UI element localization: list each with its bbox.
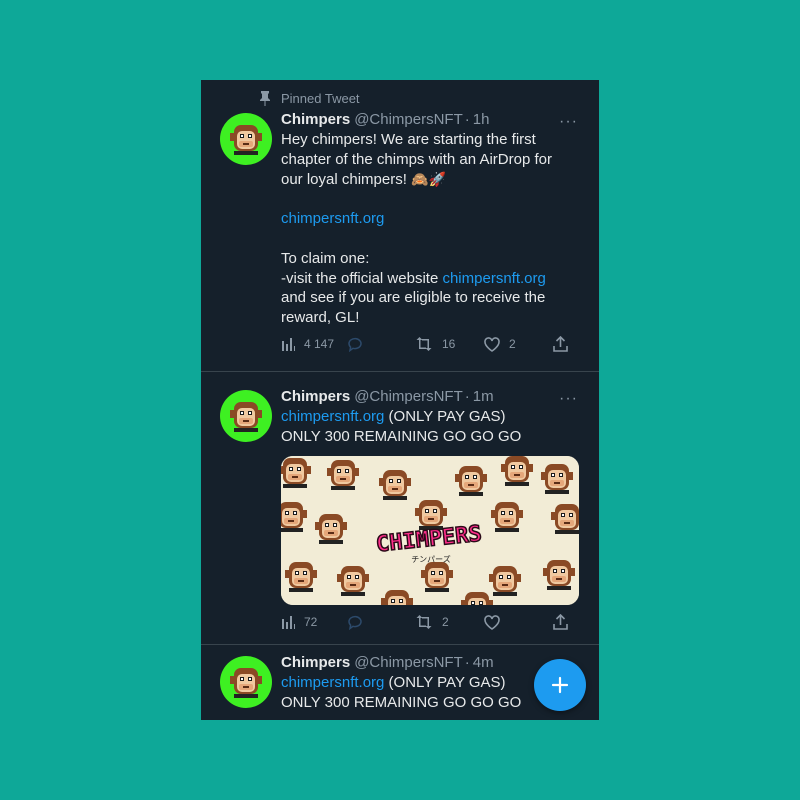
text-line: chimpersnft.org — [281, 209, 581, 229]
display-name[interactable]: Chimpers — [281, 388, 350, 405]
tweet-header: Chimpers @ChimpersNFT · 4m — [281, 652, 494, 672]
user-handle[interactable]: @ChimpersNFT — [354, 388, 463, 405]
text-line: Hey chimpers! We are starting the first — [281, 131, 536, 148]
user-handle[interactable]: @ChimpersNFT — [354, 654, 463, 671]
plus-icon — [551, 676, 569, 694]
website-link[interactable]: chimpersnft.org — [281, 674, 384, 691]
tweet-actions: 4 147 16 2 — [281, 334, 571, 354]
bar-chart-icon — [282, 616, 295, 629]
share-button[interactable] — [553, 612, 577, 632]
tweet-text: Hey chimpers! We are starting the first … — [281, 130, 581, 328]
text-line: our loyal chimpers! 🙈🚀 — [281, 170, 581, 190]
like-button[interactable]: 2 — [484, 334, 516, 354]
more-options-icon[interactable]: ··· — [559, 114, 578, 130]
avatar[interactable] — [220, 113, 272, 165]
emoji: 🙈🚀 — [411, 170, 446, 187]
views-button[interactable]: 72 — [281, 612, 317, 632]
bar-chart-icon — [282, 338, 295, 351]
text-line: chapter of the chimps with an AirDrop fo… — [281, 150, 552, 168]
heart-icon — [484, 614, 500, 630]
views-button[interactable]: 4 147 — [281, 334, 334, 354]
tweet-header: Chimpers @ChimpersNFT · 1h — [281, 109, 489, 129]
text-line: reward, GL! — [281, 309, 360, 327]
tweet-header: Chimpers @ChimpersNFT · 1m — [281, 386, 494, 406]
text-fragment: (ONLY PAY GAS) — [384, 408, 506, 425]
text-fragment: -visit the official website — [281, 269, 443, 287]
timestamp[interactable]: 1m — [473, 388, 494, 405]
timeline: Pinned Tweet Chimpers @ChimpersNFT · 1h … — [201, 80, 599, 720]
artwork-subtitle: チンパーズ — [411, 554, 451, 564]
like-button[interactable] — [484, 612, 509, 632]
timestamp[interactable]: 4m — [473, 654, 494, 671]
retweet-count: 16 — [442, 337, 456, 351]
tweet-pinned[interactable]: Pinned Tweet Chimpers @ChimpersNFT · 1h … — [201, 80, 599, 371]
retweet-icon — [416, 615, 432, 629]
separator-dot: · — [464, 387, 470, 405]
user-handle[interactable]: @ChimpersNFT — [354, 111, 463, 128]
pinned-indicator: Pinned Tweet — [258, 89, 360, 107]
text-line: -visit the official website chimpersnft.… — [281, 269, 581, 289]
avatar[interactable] — [220, 390, 272, 442]
avatar[interactable] — [220, 656, 272, 708]
pin-icon — [258, 90, 272, 106]
share-icon — [553, 336, 568, 352]
reply-bubble-icon — [348, 615, 362, 630]
website-link[interactable]: chimpersnft.org — [281, 210, 384, 227]
text-line: ONLY 300 REMAINING GO GO GO — [281, 427, 522, 445]
display-name[interactable]: Chimpers — [281, 654, 350, 671]
reply-button[interactable] — [347, 612, 372, 632]
reply-button[interactable] — [347, 334, 372, 354]
tweet-text: chimpersnft.org (ONLY PAY GAS) ONLY 300 … — [281, 407, 581, 447]
views-count: 4 147 — [304, 337, 335, 351]
separator-dot: · — [464, 110, 470, 128]
text-line: and see if you are eligible to receive t… — [281, 289, 546, 307]
text-fragment: (ONLY PAY GAS) — [384, 674, 506, 691]
like-count: 2 — [509, 337, 516, 351]
tweet[interactable]: Chimpers @ChimpersNFT · 1m ··· chimpersn… — [201, 372, 599, 644]
retweet-icon — [416, 337, 432, 351]
compose-button[interactable] — [534, 659, 586, 711]
share-button[interactable] — [553, 334, 577, 354]
retweet-count: 2 — [442, 615, 449, 629]
reply-bubble-icon — [348, 337, 362, 352]
tweet-media-image[interactable]: CHIMPERS チンパーズ — [281, 456, 579, 605]
separator-dot: · — [464, 653, 470, 671]
timestamp[interactable]: 1h — [473, 111, 490, 128]
retweet-button[interactable]: 2 — [415, 612, 449, 632]
website-link[interactable]: chimpersnft.org — [442, 270, 545, 287]
chimpers-artwork: CHIMPERS チンパーズ — [281, 456, 579, 605]
pinned-label: Pinned Tweet — [281, 90, 360, 106]
heart-icon — [484, 336, 500, 352]
display-name[interactable]: Chimpers — [281, 111, 350, 128]
text-fragment: our loyal chimpers! — [281, 170, 412, 188]
tweet-actions: 72 2 — [281, 612, 571, 632]
share-icon — [553, 614, 568, 630]
views-count: 72 — [304, 615, 318, 629]
text-line: To claim one: — [281, 249, 370, 267]
more-options-icon[interactable]: ··· — [559, 391, 578, 407]
retweet-button[interactable]: 16 — [415, 334, 455, 354]
website-link[interactable]: chimpersnft.org — [281, 408, 384, 425]
text-line: chimpersnft.org (ONLY PAY GAS) — [281, 407, 581, 427]
